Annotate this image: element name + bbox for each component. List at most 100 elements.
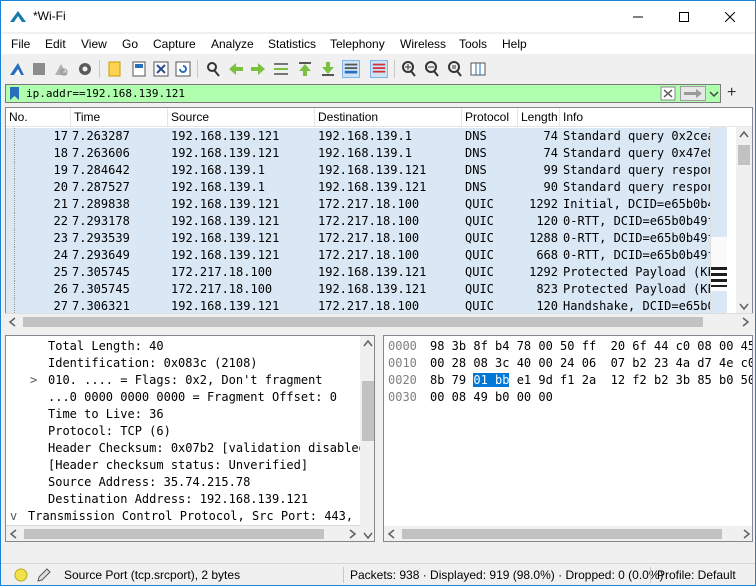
go-back-arrow-icon[interactable] <box>227 60 245 78</box>
clear-filter-icon[interactable] <box>660 86 676 101</box>
close-file-icon[interactable] <box>152 60 170 78</box>
detail-row[interactable]: >010. .... = Flags: 0x2, Don't fragment <box>6 372 360 389</box>
detail-row[interactable]: Time to Live: 36 <box>6 406 360 423</box>
packet-row[interactable]: 24 7.293649 192.168.139.121 172.217.18.100 Q… <box>6 247 710 264</box>
go-to-packet-icon[interactable] <box>272 60 290 78</box>
go-to-first-packet-icon[interactable] <box>296 60 314 78</box>
add-filter-button[interactable]: + <box>727 84 736 102</box>
packet-row[interactable]: 23 7.293539 192.168.139.121 172.217.18.100 Q… <box>6 230 710 247</box>
detail-row[interactable]: v Transmission Control Protocol, Src Port… <box>6 508 360 525</box>
menu-go[interactable]: Go <box>122 37 138 51</box>
detail-row[interactable]: Identification: 0x083c (2108) <box>6 355 360 372</box>
reload-file-icon[interactable] <box>174 60 192 78</box>
packet-row[interactable]: 20 7.287527 192.168.139.1 192.168.139.121 DN… <box>6 179 710 196</box>
expert-info-icon[interactable] <box>13 567 29 583</box>
apply-filter-button[interactable] <box>680 86 706 101</box>
hex-bytes: 8b 79 01 bb e1 9d f1 2a 12 f2 b2 3b 85 b… <box>430 372 752 389</box>
chevron-down-icon[interactable]: v <box>10 508 17 525</box>
capture-options-gear-icon[interactable] <box>76 60 94 78</box>
bookmark-icon[interactable] <box>9 87 20 100</box>
packet-row[interactable]: 17 7.263287 192.168.139.121 192.168.139.1 DN… <box>6 128 710 145</box>
hex-offset: 0020 <box>388 373 417 387</box>
column-header-length[interactable]: Length <box>518 108 560 127</box>
go-forward-arrow-icon[interactable] <box>249 60 267 78</box>
packet-row[interactable]: 21 7.289838 192.168.139.121 172.217.18.100 Q… <box>6 196 710 213</box>
packet-cell-len: 120 <box>536 214 558 228</box>
maximize-button[interactable] <box>661 1 707 32</box>
packet-row[interactable]: 26 7.305745 172.217.18.100 192.168.139.121 Q… <box>6 281 710 298</box>
column-header-protocol[interactable]: Protocol <box>462 108 518 127</box>
details-hscrollbar[interactable] <box>6 526 360 541</box>
normal-size-icon[interactable] <box>446 60 464 78</box>
column-header-no[interactable]: No. <box>6 108 71 127</box>
packet-cell-proto: QUIC <box>465 214 494 228</box>
column-header-source[interactable]: Source <box>168 108 315 127</box>
go-to-last-packet-icon[interactable] <box>319 60 337 78</box>
open-file-icon[interactable] <box>106 60 124 78</box>
packet-list-vscrollbar[interactable] <box>736 127 752 314</box>
detail-row-text: Transmission Control Protocol, Src Port:… <box>28 509 360 523</box>
hex-bytes-text: 98 3b 8f b4 78 00 50 ff 20 6f 44 c0 08 0… <box>430 339 753 353</box>
resize-columns-icon[interactable] <box>469 60 487 78</box>
save-file-icon[interactable] <box>130 60 148 78</box>
menu-tools[interactable]: Tools <box>459 37 487 51</box>
auto-scroll-icon[interactable] <box>342 60 360 78</box>
hex-bytes: 00 28 08 3c 40 00 24 06 07 b2 23 4a d7 4… <box>430 355 752 372</box>
bytes-hscrollbar[interactable] <box>384 526 752 541</box>
column-header-info[interactable]: Info <box>560 108 752 127</box>
detail-row[interactable]: Header Checksum: 0x07b2 [validation disa… <box>6 440 360 457</box>
close-button[interactable] <box>707 1 753 32</box>
packet-cell-dst: 172.217.18.100 <box>318 197 420 211</box>
zoom-in-icon[interactable] <box>400 60 418 78</box>
packet-cell-time: 7.305745 <box>72 265 130 279</box>
wireshark-fin-icon <box>10 11 26 22</box>
detail-row[interactable]: Protocol: TCP (6) <box>6 423 360 440</box>
menu-analyze[interactable]: Analyze <box>211 37 254 51</box>
packet-row[interactable]: 19 7.284642 192.168.139.1 192.168.139.121 DN… <box>6 162 710 179</box>
packet-row[interactable]: 22 7.293178 192.168.139.121 172.217.18.100 Q… <box>6 213 710 230</box>
packet-minimap[interactable] <box>710 127 727 314</box>
packet-cell-time: 7.289838 <box>72 197 130 211</box>
window-title: *Wi-Fi <box>33 9 66 23</box>
detail-row[interactable]: Total Length: 40 <box>6 338 360 355</box>
menu-view[interactable]: View <box>81 37 107 51</box>
status-profile[interactable]: Profile: Default <box>657 568 736 582</box>
hex-offset: 0000 <box>388 339 417 353</box>
filter-text: ip.addr==192.168.139.121 <box>26 87 185 100</box>
hex-bytes-highlighted: 01 bb <box>473 373 510 387</box>
details-vscrollbar[interactable] <box>360 336 374 541</box>
chevron-right-icon[interactable]: > <box>30 372 37 389</box>
menu-capture[interactable]: Capture <box>153 37 196 51</box>
menu-statistics[interactable]: Statistics <box>268 37 316 51</box>
packet-row[interactable]: 25 7.305745 172.217.18.100 192.168.139.121 Q… <box>6 264 710 281</box>
menu-help[interactable]: Help <box>502 37 527 51</box>
chevron-down-icon[interactable] <box>708 86 720 101</box>
detail-row[interactable]: Source Address: 35.74.215.78 <box>6 474 360 491</box>
hex-bytes-text: 00 08 49 b0 00 00 <box>430 390 553 404</box>
colorize-packets-icon[interactable] <box>370 60 388 78</box>
packet-list-hscrollbar[interactable] <box>5 313 753 329</box>
menu-file[interactable]: File <box>11 37 30 51</box>
detail-row-text: Protocol: TCP (6) <box>48 424 171 438</box>
menu-wireless[interactable]: Wireless <box>400 37 446 51</box>
detail-row[interactable]: [Header checksum status: Unverified] <box>6 457 360 474</box>
detail-row[interactable]: ...0 0000 0000 0000 = Fragment Offset: 0 <box>6 389 360 406</box>
app-window: *Wi-Fi File Edit View Go Capture Analyze… <box>0 0 756 586</box>
packet-cell-src: 192.168.139.1 <box>171 163 265 177</box>
start-capture-fin-icon[interactable] <box>8 60 26 78</box>
minimize-button[interactable] <box>615 1 661 32</box>
stop-capture-icon[interactable] <box>30 60 48 78</box>
zoom-out-icon[interactable] <box>423 60 441 78</box>
detail-row[interactable]: Destination Address: 192.168.139.121 <box>6 491 360 508</box>
find-packet-search-icon[interactable] <box>204 60 222 78</box>
display-filter-input[interactable]: ip.addr==192.168.139.121 <box>5 84 721 103</box>
column-header-destination[interactable]: Destination <box>315 108 462 127</box>
menu-telephony[interactable]: Telephony <box>330 37 385 51</box>
packet-cell-proto: QUIC <box>465 248 494 262</box>
restart-capture-icon[interactable] <box>52 60 70 78</box>
menu-edit[interactable]: Edit <box>45 37 66 51</box>
detail-row-text: [Header checksum status: Unverified] <box>48 458 309 472</box>
capture-comment-pencil-icon[interactable] <box>36 567 52 583</box>
packet-row[interactable]: 18 7.263606 192.168.139.121 192.168.139.1 DN… <box>6 145 710 162</box>
column-header-time[interactable]: Time <box>71 108 168 127</box>
